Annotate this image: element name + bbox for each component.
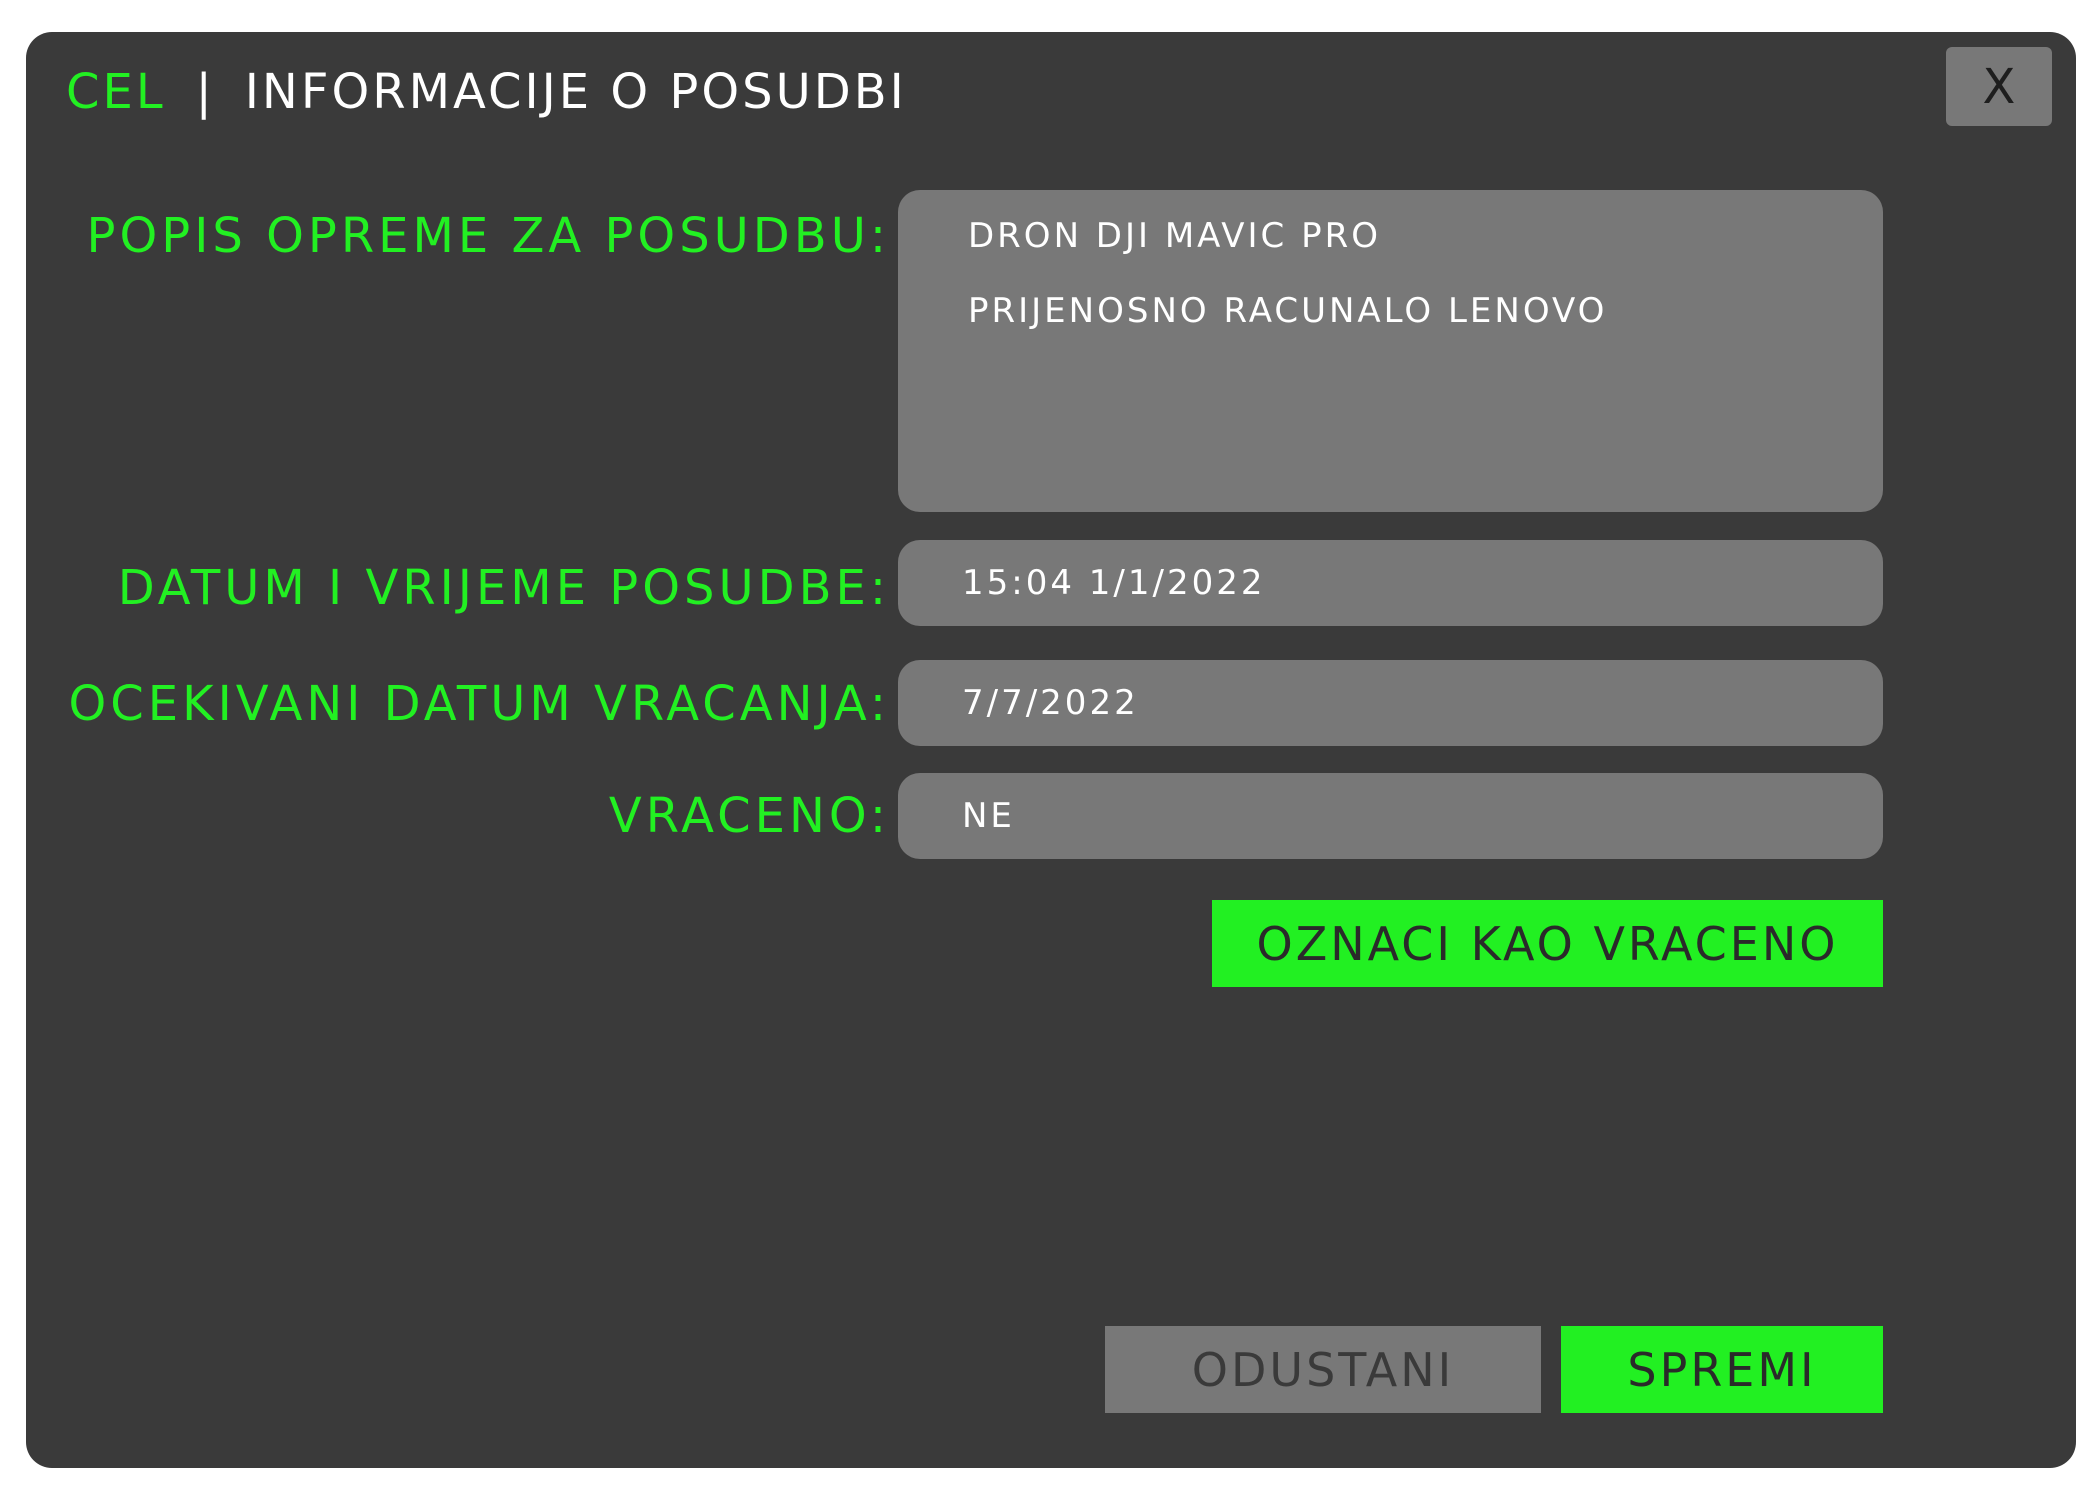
loan-datetime-label: DATUM I VRIJEME POSUDBE: [117,560,890,616]
brand-label: CEL [66,64,166,120]
save-button[interactable]: SPREMI [1561,1326,1883,1413]
expected-return-label: OCEKIVANI DATUM VRACANJA: [68,676,890,732]
returned-label: VRACENO: [608,788,890,844]
close-icon: X [1982,58,2016,115]
close-button[interactable]: X [1946,47,2052,126]
dialog-header: CEL | INFORMACIJE O POSUDBI [66,60,907,124]
title-separator: | [195,64,215,120]
loan-info-dialog: CEL | INFORMACIJE O POSUDBI X POPIS OPRE… [26,32,2076,1468]
equipment-list[interactable]: DRON DJI MAVIC PRO PRIJENOSNO RACUNALO L… [898,190,1883,512]
loan-datetime-field[interactable]: 15:04 1/1/2022 [898,540,1883,626]
list-item[interactable]: PRIJENOSNO RACUNALO LENOVO [968,287,1883,362]
mark-returned-button[interactable]: OZNACI KAO VRACENO [1212,900,1883,987]
expected-return-field[interactable]: 7/7/2022 [898,660,1883,746]
expected-return-value: 7/7/2022 [962,683,1139,723]
loan-datetime-value: 15:04 1/1/2022 [962,563,1266,603]
dialog-title: INFORMACIJE O POSUDBI [244,64,907,120]
returned-value: NE [962,796,1015,836]
list-item[interactable]: DRON DJI MAVIC PRO [968,212,1883,287]
cancel-button[interactable]: ODUSTANI [1105,1326,1541,1413]
returned-field[interactable]: NE [898,773,1883,859]
equipment-list-label: POPIS OPREME ZA POSUDBU: [86,208,890,264]
